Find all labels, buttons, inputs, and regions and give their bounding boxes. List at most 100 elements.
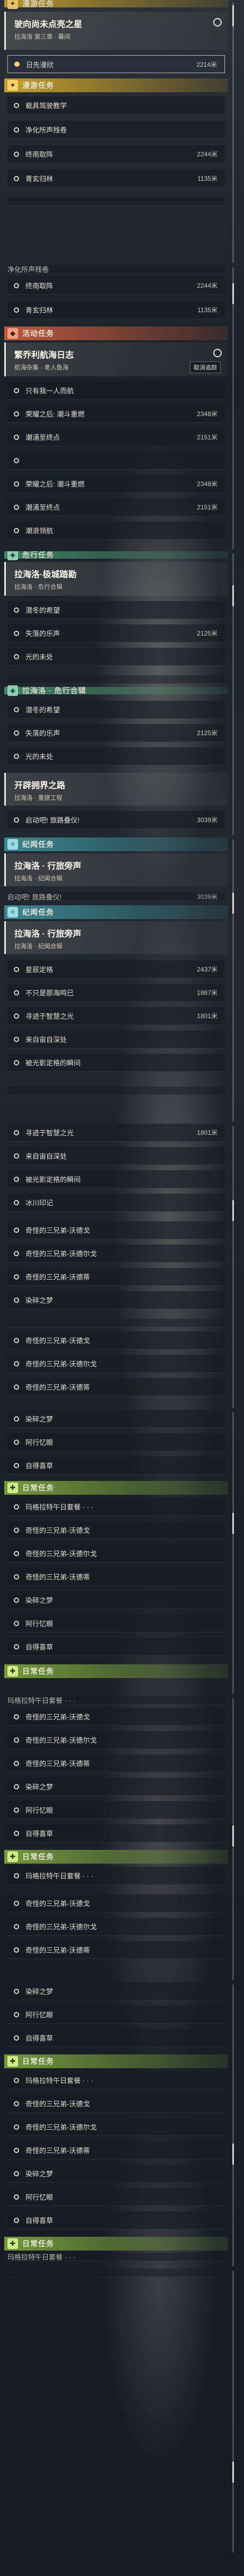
category-header[interactable]: ✚ 日常任务 xyxy=(4,1481,228,1495)
quest-step-row[interactable]: 奇怪的三兄弟-沃德戈 xyxy=(7,1331,225,1349)
quest-step-row[interactable]: 自得喜草 xyxy=(7,1457,225,1475)
track-target-icon[interactable] xyxy=(213,18,222,27)
quest-step-row[interactable]: 青玄归林 1135米 xyxy=(7,170,225,188)
category-header[interactable]: ◈ 危行任务 xyxy=(4,551,228,560)
track-target-icon[interactable] xyxy=(213,349,222,357)
quest-step-row[interactable]: 冰川印记 xyxy=(7,1194,225,1212)
quest-step-row[interactable]: 启动吧! 旅路叠仪! 3039米 xyxy=(7,893,225,901)
scrollbar-thumb[interactable] xyxy=(232,283,234,304)
quest-step-row[interactable]: 奇怪的三兄弟-沃德戈 xyxy=(7,2095,225,2113)
quest-title-card[interactable]: 拉海洛 · 行旅旁声 拉海洛 · 纪闻合辑 xyxy=(4,921,228,954)
quest-step-row[interactable]: 被光影定格的瞬间 xyxy=(7,1054,225,1072)
quest-step-row[interactable]: 来自宙自深处 xyxy=(7,1147,225,1165)
quest-step-row[interactable]: 不只是那海鸣已 1867米 xyxy=(7,984,225,1002)
quest-step-row[interactable] xyxy=(7,2269,225,2277)
quest-step-row[interactable] xyxy=(7,1319,225,1327)
category-header[interactable]: ✧ 纪闻任务 xyxy=(4,905,228,919)
quest-step-row[interactable]: 奇怪的三兄弟-沃德戈 xyxy=(7,1221,225,1239)
quest-step-row[interactable]: 失落的乐声 2125米 xyxy=(7,724,225,742)
quest-step-row[interactable]: 染碎之梦 xyxy=(7,1291,225,1309)
quest-step-row[interactable]: 奇怪的三兄弟-沃德蒂 xyxy=(7,1941,225,1959)
quest-title-card[interactable]: 驶向尚未点亮之星 拉海洛 第三章 · 幕间 xyxy=(4,12,228,50)
quest-step-row[interactable]: 阿行忆眼 xyxy=(7,1615,225,1633)
quest-step-row[interactable]: 日先漫欣 2214米 xyxy=(7,55,225,73)
quest-step-row[interactable]: 奇怪的三兄弟-沃德尔戈 xyxy=(7,1731,225,1749)
quest-step-row[interactable]: 净化所声残卷 xyxy=(7,265,225,274)
scrollbar-track[interactable] xyxy=(232,553,234,835)
category-header[interactable]: ✚ 日常任务 xyxy=(4,2237,228,2251)
quest-step-row[interactable]: 染碎之梦 xyxy=(7,1410,225,1428)
quest-step-row[interactable]: 只有我一人而航 xyxy=(7,382,225,400)
quest-step-row[interactable]: 被光影定格的瞬间 xyxy=(7,1170,225,1188)
category-header[interactable]: ✚ 日常任务 xyxy=(4,1850,228,1864)
quest-step-row[interactable]: 玛格拉特午日套餐 · · · xyxy=(7,2253,225,2261)
quest-step-row[interactable]: 奇怪的三兄弟-沃德尔戈 xyxy=(7,1245,225,1263)
category-header[interactable]: ✚ 日常任务 xyxy=(4,2054,228,2068)
quest-step-row[interactable]: 荣耀之后: 潮斗重燃 2348米 xyxy=(7,475,225,493)
quest-title-card[interactable]: 开辟拥界之路 拉海洛 · 重建工程 xyxy=(4,773,228,806)
quest-step-row[interactable]: 阿行忆眼 xyxy=(7,2006,225,2024)
quest-step-row[interactable]: 潮涌至终点 2151米 xyxy=(7,428,225,446)
quest-step-row[interactable]: 阿行忆眼 xyxy=(7,1801,225,1819)
quest-step-row[interactable]: 玛格拉特午日套餐 · · · xyxy=(7,1498,225,1516)
quest-step-row[interactable]: 奇怪的三兄弟-沃德蒂 xyxy=(7,1754,225,1772)
quest-step-row[interactable]: 终南取阵 2244米 xyxy=(7,277,225,295)
quest-title-card[interactable]: 拉海洛 · 行旅旁声 拉海洛 · 纪闻合辑 xyxy=(4,853,228,886)
quest-step-row[interactable]: 寻迹于智慧之光 1801米 xyxy=(7,1007,225,1025)
category-header[interactable]: ◈ 拉海洛 · 危行合辑 xyxy=(4,685,228,696)
quest-step-row[interactable]: 奇怪的三兄弟-沃德尔戈 xyxy=(7,1355,225,1373)
quest-step-row[interactable]: 玛格拉特午日套餐 · · · xyxy=(7,1696,225,1705)
quest-step-row[interactable] xyxy=(7,1087,225,1095)
quest-step-row[interactable]: 自得喜草 xyxy=(7,1824,225,1842)
quest-step-row[interactable]: 奇怪的三兄弟-沃德蒂 xyxy=(7,1568,225,1586)
scrollbar-thumb[interactable] xyxy=(232,1200,234,1221)
quest-step-row[interactable]: 光的未处 xyxy=(7,648,225,666)
quest-step-row[interactable]: 染碎之梦 xyxy=(7,1591,225,1609)
quest-step-row[interactable]: 奇怪的三兄弟-沃德尔戈 xyxy=(7,1545,225,1563)
quest-step-row[interactable]: 染碎之梦 xyxy=(7,1778,225,1796)
quest-step-row[interactable]: 载具驾驶教学 xyxy=(7,96,225,114)
scrollbar-thumb[interactable] xyxy=(232,893,234,914)
quest-step-row[interactable]: 染碎之梦 xyxy=(7,2165,225,2183)
quest-step-row[interactable]: 寻迹于智慧之光 1801米 xyxy=(7,1124,225,1142)
quest-step-row[interactable] xyxy=(7,197,225,206)
quest-step-row[interactable] xyxy=(7,675,225,684)
quest-step-row[interactable]: 自得喜草 xyxy=(7,2029,225,2047)
quest-step-row[interactable]: 奇怪的三兄弟-沃德戈 xyxy=(7,1894,225,1912)
scrollbar-thumb[interactable] xyxy=(232,2143,234,2165)
scrollbar-track[interactable] xyxy=(232,2,234,263)
quest-step-row[interactable]: 潮涌至终点 2151米 xyxy=(7,498,225,516)
quest-step-row[interactable]: 奇怪的三兄弟-沃德戈 xyxy=(7,1708,225,1726)
quest-step-row[interactable]: 失落的乐声 2125米 xyxy=(7,624,225,642)
quest-step-row[interactable]: 奇怪的三兄弟-沃德蒂 xyxy=(7,1268,225,1286)
quest-step-row[interactable]: 玛格拉特午日套餐 · · · xyxy=(7,2071,225,2089)
scrollbar-track[interactable] xyxy=(232,840,234,1122)
category-header[interactable]: ✦ 漫游任务 xyxy=(4,0,228,9)
scrollbar-track[interactable] xyxy=(232,267,234,549)
quest-step-row[interactable]: 潮浪领航 xyxy=(7,522,225,540)
scrollbar-track[interactable] xyxy=(232,1126,234,1408)
quest-step-row[interactable]: 星辰定格 2437米 xyxy=(7,960,225,978)
quest-step-row[interactable]: 净化所声残卷 xyxy=(7,121,225,139)
untrack-tooltip[interactable]: 取消追踪 xyxy=(190,361,221,373)
quest-step-row[interactable]: 青玄归林 1135米 xyxy=(7,301,225,319)
quest-step-row[interactable]: 自得喜草 xyxy=(7,1638,225,1656)
quest-title-card[interactable]: 繁乔利航海日志 航海杂集 · 老人鱼海 取消追踪 xyxy=(4,342,228,376)
scrollbar-thumb[interactable] xyxy=(232,1513,234,1534)
scrollbar-thumb[interactable] xyxy=(232,1825,234,1847)
quest-step-row[interactable]: 来自宙自深处 xyxy=(7,1030,225,1048)
quest-step-row[interactable]: 潜冬的希望 xyxy=(7,701,225,719)
quest-step-row[interactable]: 自得喜草 xyxy=(7,2211,225,2229)
quest-step-row[interactable]: 奇怪的三兄弟-沃德尔戈 xyxy=(7,1918,225,1936)
scrollbar-thumb[interactable] xyxy=(232,2462,234,2483)
quest-step-row[interactable]: 奇怪的三兄弟-沃德戈 xyxy=(7,1521,225,1539)
quest-step-row[interactable]: 荣耀之后: 潮斗重燃 2348米 xyxy=(7,405,225,423)
quest-step-row[interactable]: 奇怪的三兄弟-沃德尔戈 xyxy=(7,2118,225,2136)
scrollbar-track[interactable] xyxy=(232,1984,234,2266)
quest-step-row[interactable]: 玛格拉特午日套餐 · · · xyxy=(7,1867,225,1885)
quest-step-row[interactable]: 阿行忆眼 xyxy=(7,1433,225,1451)
quest-step-row[interactable]: 染碎之梦 xyxy=(7,1982,225,2000)
scrollbar-track[interactable] xyxy=(232,1698,234,1980)
scrollbar-track[interactable] xyxy=(232,2271,234,2553)
quest-step-row[interactable]: 奇怪的三兄弟-沃德蒂 xyxy=(7,2141,225,2159)
